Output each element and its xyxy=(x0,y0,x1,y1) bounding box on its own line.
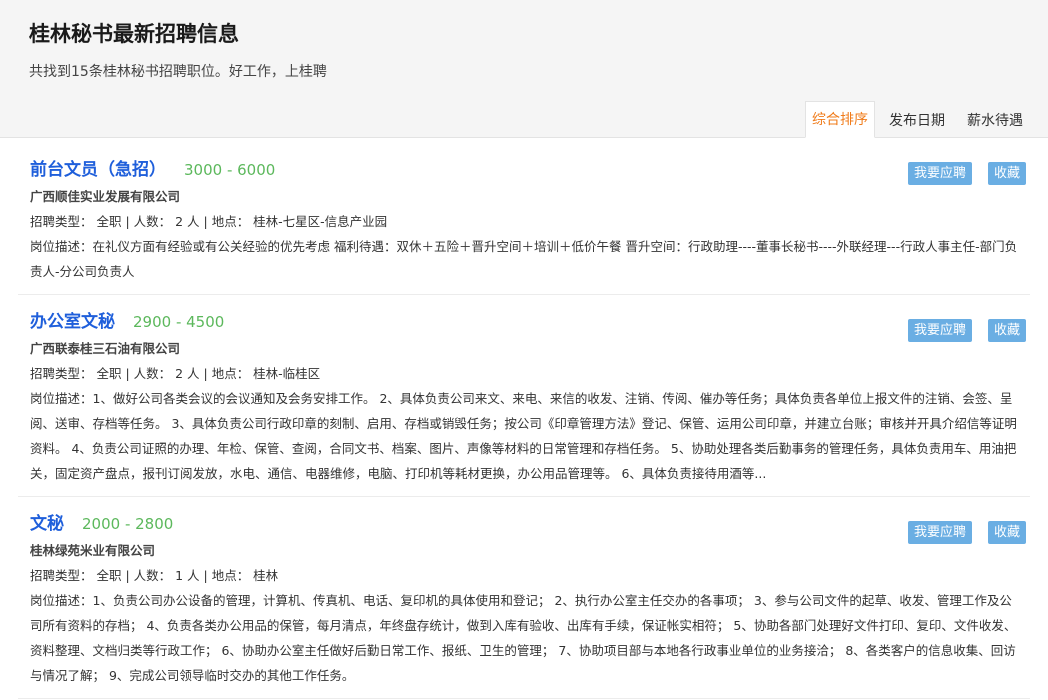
job-salary: 3000 - 6000 xyxy=(184,161,276,179)
job-list: 前台文员（急招） 3000 - 6000 广西顺佳实业发展有限公司 招聘类型： … xyxy=(0,138,1048,699)
job-meta: 招聘类型： 全职 | 人数： 2 人 | 地点： 桂林-临桂区 xyxy=(30,366,321,381)
job-description: 岗位描述：在礼仪方面有经验或有公关经验的优先考虑 福利待遇：双休＋五险＋晋升空间… xyxy=(30,234,1018,284)
job-title-link[interactable]: 文秘 xyxy=(30,509,64,534)
job-description-text: 在礼仪方面有经验或有公关经验的优先考虑 福利待遇：双休＋五险＋晋升空间＋培训＋低… xyxy=(30,239,1018,279)
sort-tabs: 综合排序 发布日期 薪水待遇 xyxy=(799,101,1031,138)
apply-button[interactable]: 我要应聘 xyxy=(907,162,972,185)
job-actions: 我要应聘 收藏 xyxy=(892,319,1026,342)
company-name: 广西联泰桂三石油有限公司 xyxy=(30,341,181,356)
favorite-button[interactable]: 收藏 xyxy=(987,319,1026,342)
job-description-text: 1、负责公司办公设备的管理，计算机、传真机、电话、复印机的具体使用和登记； 2、… xyxy=(30,593,1017,683)
job-meta: 招聘类型： 全职 | 人数： 2 人 | 地点： 桂林-七星区-信息产业园 xyxy=(30,214,388,229)
job-description-label: 岗位描述： xyxy=(30,593,93,608)
job-head: 文秘 2000 - 2800 xyxy=(30,509,1018,534)
favorite-button[interactable]: 收藏 xyxy=(987,162,1026,185)
job-description: 岗位描述：1、做好公司各类会议的会议通知及会务安排工作。 2、具体负责公司来文、… xyxy=(30,386,1018,486)
job-actions: 我要应聘 收藏 xyxy=(892,162,1026,185)
apply-button[interactable]: 我要应聘 xyxy=(907,521,972,544)
tab-publish-date[interactable]: 发布日期 xyxy=(881,103,953,138)
tab-comprehensive-sort[interactable]: 综合排序 xyxy=(805,101,875,138)
job-title-link[interactable]: 办公室文秘 xyxy=(30,307,115,332)
tab-salary[interactable]: 薪水待遇 xyxy=(959,103,1031,138)
job-item: 办公室文秘 2900 - 4500 广西联泰桂三石油有限公司 招聘类型： 全职 … xyxy=(18,295,1030,497)
page-header: 桂林秘书最新招聘信息 共找到15条桂林秘书招聘职位。好工作，上桂聘 综合排序 发… xyxy=(0,0,1048,138)
company-name: 广西顺佳实业发展有限公司 xyxy=(30,189,181,204)
job-title-link[interactable]: 前台文员（急招） xyxy=(30,155,166,180)
job-description: 岗位描述：1、负责公司办公设备的管理，计算机、传真机、电话、复印机的具体使用和登… xyxy=(30,588,1018,688)
company-name: 桂林绿苑米业有限公司 xyxy=(30,543,156,558)
job-description-text: 1、做好公司各类会议的会议通知及会务安排工作。 2、具体负责公司来文、来电、来信… xyxy=(30,391,1017,481)
page-subtitle: 共找到15条桂林秘书招聘职位。好工作，上桂聘 xyxy=(29,64,327,80)
favorite-button[interactable]: 收藏 xyxy=(987,521,1026,544)
job-description-label: 岗位描述： xyxy=(30,391,93,406)
job-meta: 招聘类型： 全职 | 人数： 1 人 | 地点： 桂林 xyxy=(30,568,279,583)
job-description-label: 岗位描述： xyxy=(30,239,93,254)
job-head: 办公室文秘 2900 - 4500 xyxy=(30,307,1018,332)
page-title: 桂林秘书最新招聘信息 xyxy=(29,22,239,46)
job-item: 文秘 2000 - 2800 桂林绿苑米业有限公司 招聘类型： 全职 | 人数：… xyxy=(18,497,1030,699)
job-head: 前台文员（急招） 3000 - 6000 xyxy=(30,155,1018,180)
job-actions: 我要应聘 收藏 xyxy=(892,521,1026,544)
job-salary: 2900 - 4500 xyxy=(133,313,225,331)
job-item: 前台文员（急招） 3000 - 6000 广西顺佳实业发展有限公司 招聘类型： … xyxy=(18,138,1030,295)
apply-button[interactable]: 我要应聘 xyxy=(907,319,972,342)
job-salary: 2000 - 2800 xyxy=(82,515,174,533)
